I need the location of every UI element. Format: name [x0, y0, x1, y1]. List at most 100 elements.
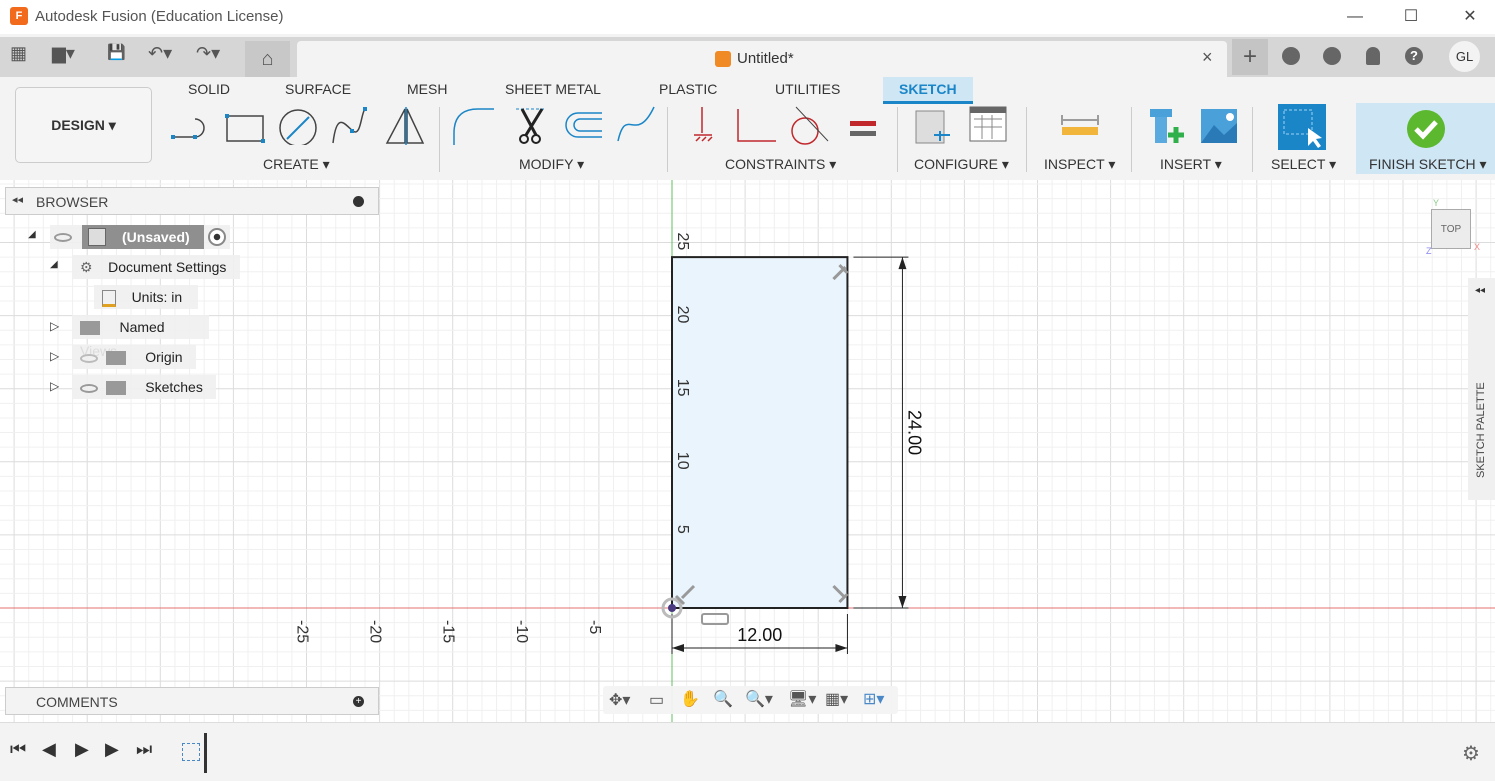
tree-item-units[interactable]: Units: in: [94, 285, 198, 309]
divider: [439, 107, 440, 172]
hidden-eye-icon[interactable]: [80, 353, 98, 363]
step-back-icon[interactable]: ◀︎: [42, 739, 56, 760]
constraints-menu[interactable]: CONSTRAINTS ▾: [725, 156, 836, 173]
tab-utilities[interactable]: UTILITIES: [775, 81, 840, 97]
document-tab[interactable]: Untitled* ×: [297, 41, 1227, 77]
tree-item-root[interactable]: (Unsaved): [50, 225, 230, 249]
go-to-start-icon[interactable]: ⏮: [10, 739, 26, 760]
tab-plastic[interactable]: PLASTIC: [659, 81, 717, 97]
orbit-icon[interactable]: ✥▾: [609, 690, 630, 710]
home-icon[interactable]: ⌂: [245, 41, 290, 77]
rectangle-tool-icon: [225, 114, 265, 143]
insert-menu[interactable]: INSERT ▾: [1160, 156, 1222, 173]
display-settings-icon[interactable]: 🖥▾: [788, 689, 816, 709]
expand-triangle-icon[interactable]: ◢: [28, 229, 36, 240]
y-axis-tick-label: 20: [674, 306, 691, 324]
configure-menu[interactable]: CONFIGURE ▾: [914, 156, 1009, 173]
select-icon[interactable]: [1278, 104, 1326, 150]
apps-grid-icon[interactable]: ▦: [10, 43, 27, 64]
viewports-icon[interactable]: ⊞▾: [863, 689, 884, 709]
visibility-eye-icon[interactable]: [54, 233, 72, 242]
mirror-tool-icon: [385, 107, 425, 145]
tree-item-document-settings[interactable]: ⚙ Document Settings: [72, 255, 240, 279]
insert-tools[interactable]: [1146, 105, 1241, 145]
timeline-marker[interactable]: [204, 733, 207, 773]
width-dimension-value: 12.00: [737, 625, 782, 645]
extensions-icon[interactable]: [1282, 47, 1300, 65]
close-button[interactable]: ✕: [1450, 4, 1490, 30]
user-avatar[interactable]: GL: [1449, 41, 1480, 72]
expand-palette-icon[interactable]: ◂◂: [1475, 285, 1485, 296]
finish-sketch-button[interactable]: FINISH SKETCH ▾: [1356, 103, 1495, 174]
tab-mesh[interactable]: MESH: [407, 81, 447, 97]
constraint-tools[interactable]: [688, 105, 883, 145]
close-tab-icon[interactable]: ×: [1202, 47, 1213, 68]
measure-icon[interactable]: [1060, 105, 1100, 145]
workspace-switcher[interactable]: DESIGN ▾: [15, 87, 152, 163]
pan-hand-icon[interactable]: ✋: [680, 689, 700, 709]
file-menu-icon[interactable]: ▆▾: [52, 43, 75, 64]
tab-sketch[interactable]: SKETCH: [883, 77, 973, 104]
equal-constraint-icon: [850, 121, 876, 136]
activate-radio-icon[interactable]: [208, 228, 226, 246]
collapse-browser-icon[interactable]: ◂◂: [12, 193, 23, 206]
gear-icon: ⚙: [80, 259, 93, 275]
modify-menu[interactable]: MODIFY ▾: [519, 156, 584, 173]
job-status-clock-icon[interactable]: [1323, 47, 1341, 65]
select-menu[interactable]: SELECT ▾: [1271, 156, 1336, 173]
configure-tools[interactable]: [912, 105, 1012, 145]
visibility-eye-icon[interactable]: [80, 383, 98, 393]
create-menu[interactable]: CREATE ▾: [263, 156, 330, 173]
look-at-icon[interactable]: ▭: [649, 690, 664, 710]
tree-item-origin[interactable]: Origin: [72, 345, 196, 369]
maximize-button[interactable]: ☐: [1391, 4, 1431, 30]
trim-tool-icon: [516, 108, 546, 144]
sketch-feature-icon[interactable]: [182, 743, 200, 761]
grid-snaps-icon[interactable]: ▦▾: [825, 689, 848, 709]
view-cube[interactable]: TOP: [1431, 209, 1471, 249]
notifications-bell-icon[interactable]: [1366, 47, 1380, 65]
add-comment-icon[interactable]: +: [353, 696, 364, 707]
step-forward-icon[interactable]: ▶︎: [105, 739, 119, 760]
timeline-settings-gear-icon[interactable]: ⚙: [1462, 741, 1480, 766]
expand-triangle-icon[interactable]: ◢: [50, 259, 58, 270]
folder-icon: [105, 381, 126, 396]
divider: [1131, 107, 1132, 172]
help-icon[interactable]: ?: [1405, 47, 1423, 65]
expand-triangle-icon[interactable]: ▷: [50, 319, 59, 333]
redo-icon[interactable]: ↷▾: [196, 43, 220, 64]
tree-item-label: Origin: [145, 349, 183, 365]
expand-triangle-icon[interactable]: ▷: [50, 349, 59, 363]
sketch-rectangle: [671, 256, 849, 610]
undo-icon[interactable]: ↶▾: [148, 43, 172, 64]
save-icon[interactable]: 💾: [107, 43, 126, 61]
tab-surface[interactable]: SURFACE: [285, 81, 351, 97]
tree-item-named-views[interactable]: Named Views: [72, 315, 209, 359]
title-bar: F Autodesk Fusion (Education License) — …: [0, 0, 1495, 34]
sketch-palette-tab[interactable]: ◂◂ SKETCH PALETTE: [1468, 278, 1495, 500]
tab-sheet-metal[interactable]: SHEET METAL: [505, 81, 601, 97]
comments-title: COMMENTS: [36, 694, 118, 710]
play-icon[interactable]: ▶︎: [75, 739, 89, 760]
origin-point: [668, 604, 676, 612]
divider: [897, 107, 898, 172]
units-document-icon: [102, 289, 116, 307]
y-axis-tick-label: 10: [674, 452, 691, 470]
browser-options-icon[interactable]: [353, 196, 364, 207]
minimize-button[interactable]: —: [1335, 4, 1375, 30]
folder-icon: [105, 351, 126, 366]
inspect-menu[interactable]: INSPECT ▾: [1044, 156, 1115, 173]
tree-item-sketches[interactable]: Sketches: [72, 375, 216, 399]
zoom-icon[interactable]: 🔍: [713, 689, 733, 709]
modify-tools[interactable]: [450, 105, 660, 145]
component-name: (Unsaved): [122, 229, 190, 245]
create-tools[interactable]: [165, 105, 435, 145]
new-tab-button[interactable]: +: [1232, 39, 1268, 75]
expand-triangle-icon[interactable]: ▷: [50, 379, 59, 393]
folder-icon: [80, 321, 100, 336]
insert-canvas-icon: [1201, 109, 1237, 143]
tab-solid[interactable]: SOLID: [188, 81, 230, 97]
app-logo: F: [10, 7, 28, 25]
go-to-end-icon[interactable]: ⏭: [136, 739, 152, 760]
zoom-window-icon[interactable]: 🔍▾: [745, 689, 773, 709]
